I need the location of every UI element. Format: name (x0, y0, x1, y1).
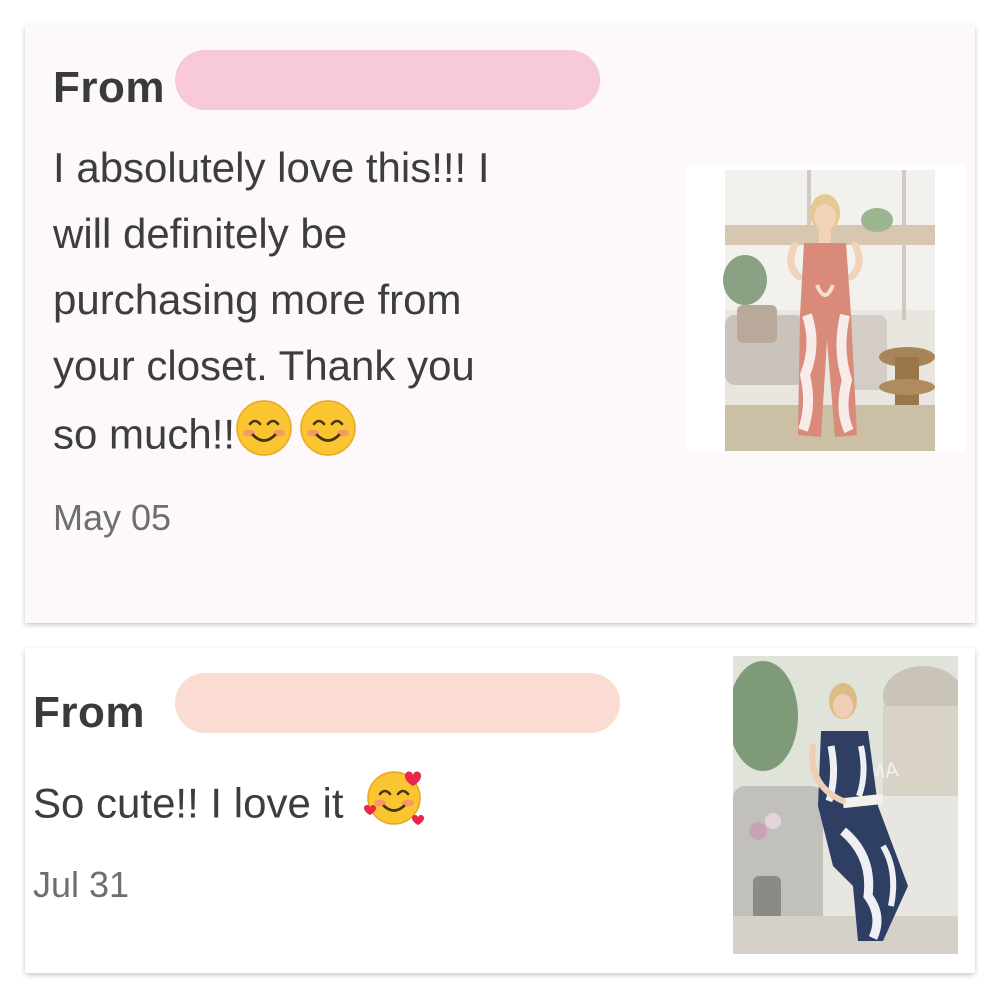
from-label: From (33, 688, 145, 737)
from-label: From (53, 63, 165, 112)
review-message: So cute!! I love it (33, 766, 427, 847)
review-message: I absolutely love this!!! I will definit… (53, 135, 490, 476)
product-photo[interactable] (687, 165, 965, 451)
review-card: From I absolutely love this!!! I will de… (25, 25, 975, 623)
product-photo[interactable]: IMA (733, 656, 958, 954)
redacted-username (175, 50, 600, 110)
message-line-text: so much!! (53, 410, 236, 458)
message-line: will definitely be (53, 210, 348, 257)
message-line: your closet. Thank you (53, 342, 475, 389)
review-date: Jul 31 (33, 864, 130, 905)
redacted-username (175, 673, 620, 733)
message-text: So cute!! I love it (33, 779, 344, 827)
message-line: I absolutely love this!!! I (53, 144, 490, 191)
review-card: From So cute!! I love it Jul 31 IMA (25, 648, 975, 973)
smiling-face-icon (235, 399, 293, 476)
message-line: so much!! (53, 399, 490, 476)
review-date: May 05 (53, 497, 172, 538)
message-line: purchasing more from (53, 276, 462, 323)
smiling-face-with-hearts-icon (361, 766, 427, 847)
smiling-face-icon (299, 399, 357, 476)
